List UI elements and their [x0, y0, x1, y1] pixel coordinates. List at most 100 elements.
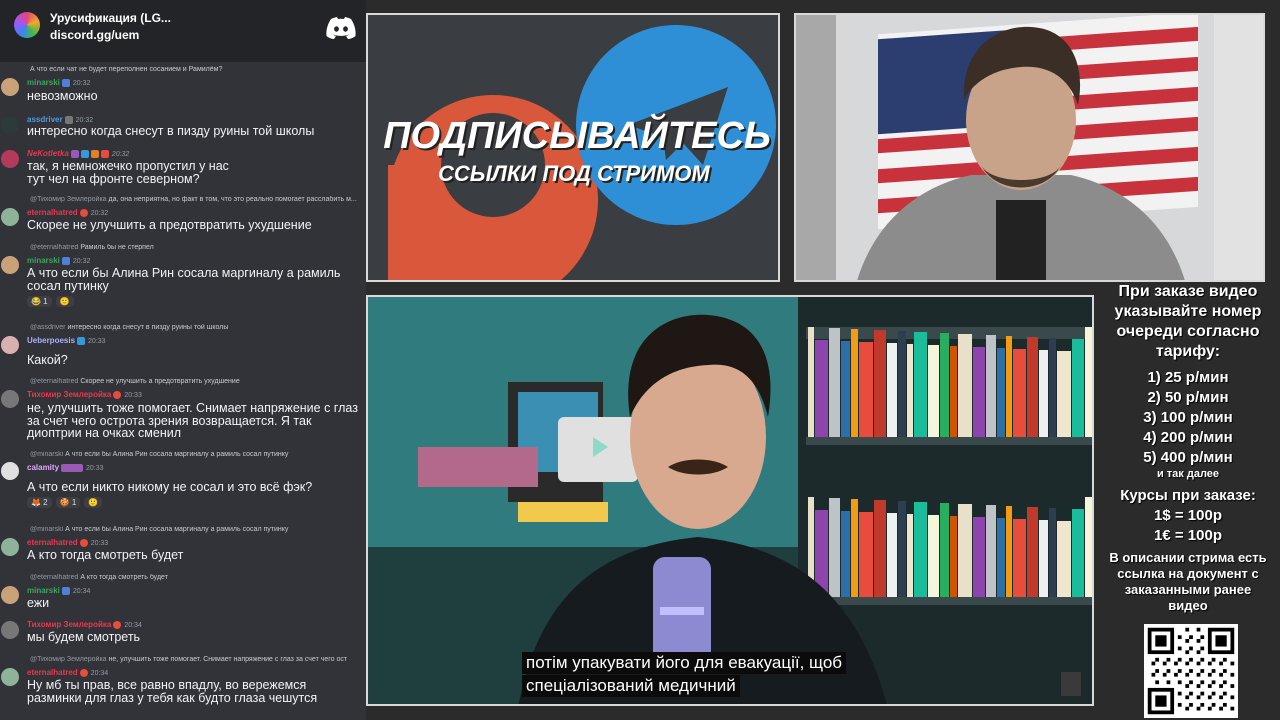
book	[973, 517, 985, 597]
reply-preview: @Тихомир Землеройка да, она неприятна, н…	[30, 196, 357, 203]
book	[1006, 336, 1012, 437]
reaction[interactable]: 🦊 2	[27, 497, 52, 508]
subscribe-promo-panel: ПОДПИСЫВАЙТЕСЬ ССЫЛКИ ПОД СТРИМОМ	[366, 13, 780, 282]
book	[851, 329, 858, 437]
book	[1072, 339, 1084, 437]
message-text: так, я немножечко пропустил у нас тут че…	[27, 159, 229, 186]
message-text: ежи	[27, 596, 50, 610]
reaction[interactable]: 🙂	[84, 497, 103, 508]
avatar	[1, 336, 19, 354]
server-name: Урусификация (LG...	[50, 11, 171, 25]
book	[887, 343, 897, 437]
message-text: Скорее не улучшить а предотвратить ухудш…	[27, 218, 312, 232]
reply-preview: @eternalhatred А кто тогда смотреть буде…	[30, 574, 168, 581]
reactions[interactable]: 😂 1 🙂	[27, 296, 78, 307]
timestamp: 20:34	[124, 622, 142, 629]
book	[815, 340, 828, 437]
book	[1057, 521, 1071, 597]
role-badge-icon	[64, 115, 73, 124]
tariff-item: 5) 400 р/мин	[1143, 449, 1233, 466]
book	[940, 333, 949, 437]
role-badge-icon	[61, 78, 70, 87]
book	[1057, 351, 1071, 437]
role-badge-icon	[90, 149, 99, 158]
order-info-panel: При заказе видео указывайте номер очеред…	[1096, 282, 1280, 614]
book	[1049, 508, 1056, 597]
role-badge-icon	[80, 149, 89, 158]
username: Ueberpoesis	[27, 336, 76, 345]
message-text: Ну мб ты прав, все равно впадлу, во вере…	[27, 678, 318, 705]
book	[898, 331, 906, 437]
tariff-item: 3) 100 р/мин	[1143, 409, 1233, 426]
promo-title: ПОДПИСЫВАЙТЕСЬ	[383, 115, 771, 157]
book	[1085, 497, 1092, 597]
message-text: невозможно	[27, 89, 98, 103]
book	[859, 512, 873, 597]
message-text: мы будем смотреть	[27, 630, 141, 644]
message-text: интересно когда снесут в пизду руины той…	[27, 124, 315, 138]
avatar	[1, 150, 19, 168]
book	[1039, 520, 1048, 597]
tariff-item: 2) 50 р/мин	[1147, 389, 1229, 406]
book	[950, 516, 957, 597]
book	[1085, 327, 1092, 437]
reply-preview: А что если чат не будет переполнен сосан…	[30, 66, 223, 73]
avatar	[1, 78, 19, 96]
reaction[interactable]: 😂 1	[27, 296, 52, 307]
server-icon	[14, 12, 40, 38]
book	[874, 500, 886, 597]
tariff-etc: и так далее	[1156, 468, 1220, 480]
timestamp: 20:32	[72, 258, 91, 265]
server-invite: discord.gg/uem	[50, 28, 140, 42]
book	[1013, 519, 1026, 597]
discord-logo-icon	[326, 17, 356, 39]
book	[986, 505, 996, 597]
timestamp: 20:32	[75, 117, 94, 124]
book	[808, 327, 814, 437]
reply-preview: @assdriver интересно когда снесут в пизд…	[30, 324, 229, 331]
reaction[interactable]: 🍪 1	[55, 497, 81, 508]
main-video-player[interactable]	[366, 295, 1094, 706]
book	[898, 501, 906, 597]
discord-header: Урусификация (LG... discord.gg/uem	[0, 0, 366, 62]
avatar	[1, 390, 19, 408]
timestamp: 20:34	[72, 588, 91, 595]
book	[907, 344, 913, 437]
book	[958, 334, 972, 437]
username: assdriver	[27, 115, 63, 124]
username: eternalhatred	[27, 208, 78, 217]
reply-preview: @eternalhatred Рамиль бы не стерпел	[30, 244, 154, 251]
book	[829, 498, 840, 597]
qr-code[interactable]	[1144, 624, 1238, 718]
username: eternalhatred	[27, 538, 78, 547]
role-badge-icon	[77, 336, 86, 345]
book	[914, 502, 927, 597]
username: minarski	[27, 78, 60, 87]
reaction[interactable]: 🙂	[55, 296, 74, 307]
message-text: Какой?	[27, 353, 68, 367]
courses-title: Курсы при заказе:	[1120, 487, 1256, 504]
username: minarski	[27, 256, 60, 265]
timestamp: 20:33	[86, 465, 104, 472]
message-text: не, улучшить тоже помогает. Снимает напр…	[27, 401, 358, 440]
message-text: А что если никто никому не сосал и это в…	[27, 480, 313, 494]
role-badge-icon	[61, 586, 70, 595]
avatar	[1, 116, 19, 134]
description-note: В описании стрима есть ссылка на докумен…	[1109, 550, 1267, 613]
avatar	[1, 538, 19, 556]
reactions[interactable]: 🦊 2 🍪 1 🙂	[27, 497, 106, 508]
book	[986, 335, 996, 437]
reply-preview: @eternalhatred Скорее не улучшить а пред…	[30, 378, 240, 385]
book	[997, 518, 1005, 597]
webcam-image	[796, 15, 1263, 280]
book	[859, 342, 873, 437]
role-badge-icon	[61, 463, 84, 472]
username: Тихомир Землеройка	[27, 620, 112, 629]
book	[1072, 509, 1084, 597]
book	[950, 346, 957, 437]
course-rate: 1$ = 100р	[1154, 507, 1222, 524]
role-badge-icon	[79, 538, 88, 547]
tariff-item: 1) 25 р/мин	[1147, 369, 1229, 386]
role-badge-icon	[113, 390, 122, 399]
order-heading: При заказе видео указывайте номер очеред…	[1114, 283, 1262, 360]
